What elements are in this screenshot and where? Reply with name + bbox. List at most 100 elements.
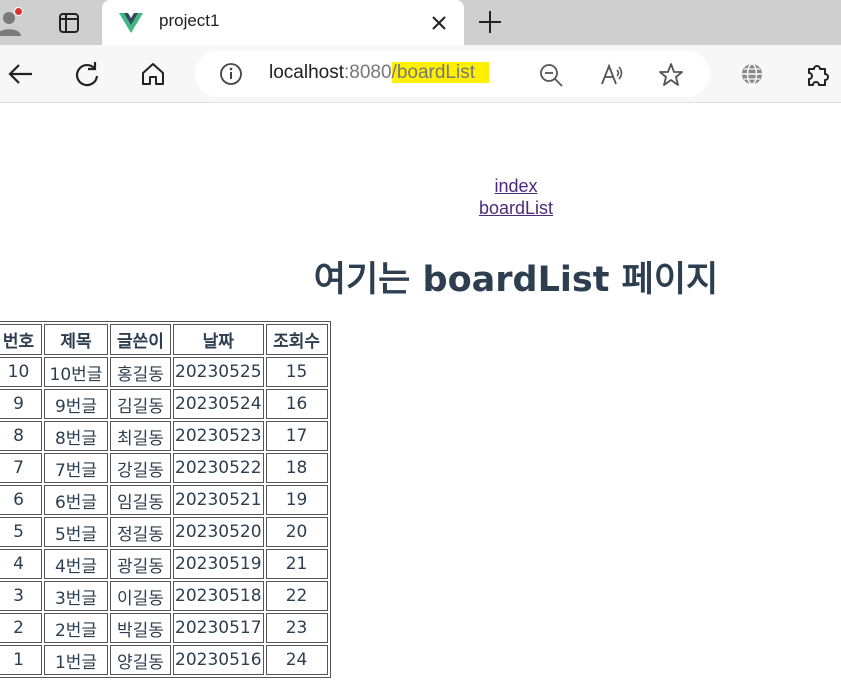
url-host: localhost [269,62,344,83]
table-row: 3 3번글 이길동 20230518 22 [0,581,328,611]
read-aloud-icon[interactable] [599,62,625,88]
vue-logo-icon [119,13,143,33]
cell-writer: 정길동 [110,517,171,547]
cell-title: 10번글 [44,357,108,387]
cell-views: 22 [265,581,328,611]
cell-number: 1 [0,645,42,675]
tab-strip: project1 [0,0,841,45]
table-row: 8 8번글 최길동 20230523 17 [0,421,328,451]
cell-views: 16 [265,389,328,419]
close-tab-icon[interactable] [428,12,450,34]
extensions-button[interactable] [803,59,833,89]
site-info-icon[interactable] [219,62,243,86]
cell-writer: 광길동 [110,549,171,579]
favorite-star-icon[interactable] [658,62,684,88]
back-button[interactable] [5,59,35,89]
table-row: 9 9번글 김길동 20230524 16 [0,389,328,419]
page-content: index boardList 여기는 boardList 페이지 번호 제목 … [0,103,841,700]
url-path-highlighted: /boardList [391,62,489,83]
table-row: 2 2번글 박길동 20230517 23 [0,613,328,643]
cell-writer: 김길동 [110,389,171,419]
puzzle-icon [808,65,829,86]
zoom-out-icon[interactable] [538,62,564,88]
cell-date: 20230520 [173,517,264,547]
cell-views: 23 [265,613,328,643]
cell-title: 6번글 [44,485,108,515]
header-date: 날짜 [173,324,264,355]
cell-date: 20230519 [173,549,264,579]
header-title: 제목 [44,324,108,355]
url-text[interactable]: localhost:8080/boardList [269,62,489,84]
page-title: 여기는 boardList 페이지 [313,260,719,300]
cell-date: 20230517 [173,613,264,643]
table-row: 10 10번글 홍길동 20230525 15 [0,357,328,387]
header-number: 번호 [0,324,42,355]
cell-date: 20230523 [173,421,264,451]
cell-number: 7 [0,453,42,483]
cell-views: 18 [265,453,328,483]
back-arrow-icon [8,64,32,84]
cell-title: 2번글 [44,613,108,643]
header-writer: 글쓴이 [110,324,171,355]
cell-date: 20230516 [173,645,264,675]
table-row: 4 4번글 광길동 20230519 21 [0,549,328,579]
cell-views: 15 [265,357,328,387]
cell-views: 21 [265,549,328,579]
tab-actions-button[interactable] [52,8,86,38]
home-button[interactable] [138,59,168,89]
cell-title: 5번글 [44,517,108,547]
extension-globe-button[interactable] [737,59,767,89]
cell-number: 10 [0,357,42,387]
cell-title: 8번글 [44,421,108,451]
cell-number: 5 [0,517,42,547]
cell-date: 20230524 [173,389,264,419]
cell-number: 6 [0,485,42,515]
table-row: 5 5번글 정길동 20230520 20 [0,517,328,547]
cell-date: 20230525 [173,357,264,387]
cell-date: 20230522 [173,453,264,483]
cell-number: 2 [0,613,42,643]
browser-toolbar: localhost:8080/boardList [0,45,841,103]
cell-writer: 강길동 [110,453,171,483]
cell-writer: 최길동 [110,421,171,451]
nav-link-index[interactable]: index [416,175,616,197]
cell-number: 3 [0,581,42,611]
cell-title: 4번글 [44,549,108,579]
new-tab-icon[interactable] [476,8,504,36]
cell-views: 17 [265,421,328,451]
cell-writer: 임길동 [110,485,171,515]
table-header-row: 번호 제목 글쓴이 날짜 조회수 [0,324,328,355]
cell-writer: 박길동 [110,613,171,643]
address-bar[interactable]: localhost:8080/boardList [195,51,710,97]
cell-title: 3번글 [44,581,108,611]
reload-button[interactable] [72,59,102,89]
table-row: 6 6번글 임길동 20230521 19 [0,485,328,515]
cell-number: 4 [0,549,42,579]
nav-link-boardlist[interactable]: boardList [416,197,616,219]
table-row: 1 1번글 양길동 20230516 24 [0,645,328,675]
header-views: 조회수 [265,324,328,355]
router-nav: index boardList [416,175,616,219]
cell-writer: 이길동 [110,581,171,611]
board-table: 번호 제목 글쓴이 날짜 조회수 10 10번글 홍길동 20230525 15… [0,321,331,678]
cell-title: 1번글 [44,645,108,675]
profile-avatar[interactable] [0,7,24,37]
tab-title: project1 [159,11,220,30]
cell-writer: 홍길동 [110,357,171,387]
table-row: 7 7번글 강길동 20230522 18 [0,453,328,483]
cell-views: 24 [265,645,328,675]
cell-date: 20230521 [173,485,264,515]
cell-title: 7번글 [44,453,108,483]
active-tab[interactable]: project1 [102,0,464,45]
cell-number: 9 [0,389,42,419]
cell-title: 9번글 [44,389,108,419]
cell-views: 20 [265,517,328,547]
cell-views: 19 [265,485,328,515]
globe-icon [742,63,762,85]
notification-dot [14,7,23,16]
cell-date: 20230518 [173,581,264,611]
cell-writer: 양길동 [110,645,171,675]
reload-icon [75,62,99,87]
url-port: :8080 [344,62,392,83]
home-icon [142,63,164,85]
